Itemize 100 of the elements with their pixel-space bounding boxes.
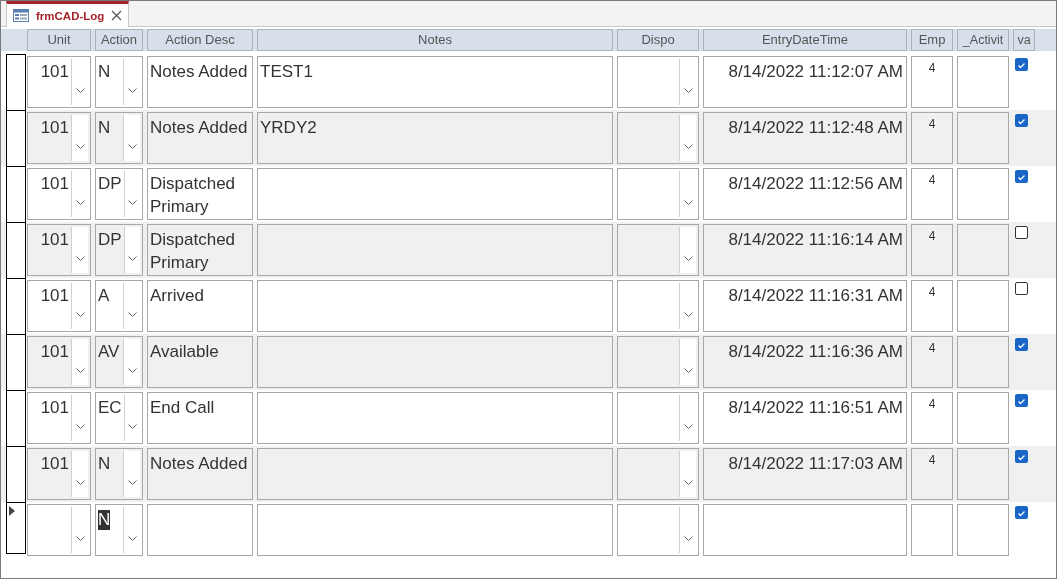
entry-date-field[interactable]: 8/14/2022 11:16:14 AM (703, 224, 907, 276)
unit-combo[interactable]: 101 (27, 336, 91, 388)
notes-field[interactable] (257, 336, 613, 388)
record-selector[interactable] (6, 110, 26, 166)
notes-field[interactable] (257, 224, 613, 276)
entry-date-field[interactable]: 8/14/2022 11:12:48 AM (703, 112, 907, 164)
record-selector[interactable] (6, 334, 26, 390)
checkbox[interactable] (1015, 226, 1028, 239)
entry-date-field[interactable]: 8/14/2022 11:17:03 AM (703, 448, 907, 500)
unit-combo[interactable]: 101 (27, 168, 91, 220)
notes-field[interactable] (257, 448, 613, 500)
dispo-combo[interactable] (617, 504, 699, 556)
emp-field[interactable]: 4 (911, 280, 953, 332)
emp-field[interactable]: 4 (911, 56, 953, 108)
activity-field[interactable] (957, 224, 1009, 276)
column-header[interactable]: Action (95, 29, 143, 51)
action-combo[interactable]: N (95, 112, 143, 164)
checkbox[interactable] (1015, 506, 1028, 519)
activity-field[interactable] (957, 336, 1009, 388)
entry-date-field[interactable]: 8/14/2022 11:16:36 AM (703, 336, 907, 388)
notes-field[interactable] (257, 280, 613, 332)
checkbox[interactable] (1015, 58, 1028, 71)
action-combo[interactable]: N (95, 448, 143, 500)
emp-field[interactable]: 4 (911, 336, 953, 388)
column-header[interactable]: Emp (911, 29, 953, 51)
record-selector[interactable] (6, 390, 26, 446)
activity-field[interactable] (957, 392, 1009, 444)
dispo-combo[interactable] (617, 448, 699, 500)
action-desc-field[interactable]: Notes Added (147, 112, 253, 164)
action-desc-field[interactable]: Available (147, 336, 253, 388)
record-selector[interactable] (6, 54, 26, 110)
activity-field[interactable] (957, 448, 1009, 500)
dispo-combo[interactable] (617, 280, 699, 332)
activity-field[interactable] (957, 56, 1009, 108)
notes-field[interactable] (257, 504, 613, 556)
action-desc-field[interactable]: Notes Added (147, 448, 253, 500)
close-icon[interactable] (111, 10, 123, 21)
action-combo[interactable]: DP (95, 168, 143, 220)
emp-field[interactable]: 4 (911, 224, 953, 276)
notes-field[interactable] (257, 168, 613, 220)
action-combo[interactable]: N (95, 56, 143, 108)
checkbox[interactable] (1015, 170, 1028, 183)
activity-field[interactable] (957, 112, 1009, 164)
record-selector[interactable] (6, 278, 26, 334)
column-header[interactable]: EntryDateTime (703, 29, 907, 51)
unit-combo[interactable]: 101 (27, 392, 91, 444)
dispo-combo[interactable] (617, 336, 699, 388)
notes-field[interactable]: TEST1 (257, 56, 613, 108)
column-header[interactable]: Dispo (617, 29, 699, 51)
emp-field[interactable]: 4 (911, 168, 953, 220)
checkbox[interactable] (1015, 338, 1028, 351)
entry-date-field[interactable]: 8/14/2022 11:16:51 AM (703, 392, 907, 444)
document-tab[interactable]: frmCAD-Log (6, 1, 130, 27)
emp-field[interactable]: 4 (911, 112, 953, 164)
action-desc-field[interactable]: Arrived (147, 280, 253, 332)
activity-field[interactable] (957, 280, 1009, 332)
action-desc-field[interactable]: Notes Added (147, 56, 253, 108)
unit-combo[interactable]: 101 (27, 56, 91, 108)
checkbox[interactable] (1015, 114, 1028, 127)
column-header[interactable]: Action Desc (147, 29, 253, 51)
checkbox[interactable] (1015, 450, 1028, 463)
dispo-combo[interactable] (617, 392, 699, 444)
entry-date-field[interactable]: 8/14/2022 11:16:31 AM (703, 280, 907, 332)
notes-field[interactable]: YRDY2 (257, 112, 613, 164)
action-desc-field[interactable]: End Call (147, 392, 253, 444)
checkbox[interactable] (1015, 394, 1028, 407)
action-combo[interactable]: DP (95, 224, 143, 276)
column-header[interactable]: Unit (27, 29, 91, 51)
column-header[interactable]: _Activit (957, 29, 1009, 51)
emp-field[interactable]: 4 (911, 448, 953, 500)
action-combo[interactable]: AV (95, 336, 143, 388)
emp-field[interactable] (911, 504, 953, 556)
action-desc-field[interactable]: Dispatched Primary (147, 168, 253, 220)
activity-field[interactable] (957, 504, 1009, 556)
record-selector[interactable] (6, 502, 26, 554)
entry-date-field[interactable]: 8/14/2022 11:12:56 AM (703, 168, 907, 220)
action-combo[interactable]: A (95, 280, 143, 332)
entry-date-field[interactable] (703, 504, 907, 556)
dispo-combo[interactable] (617, 112, 699, 164)
unit-combo[interactable]: 101 (27, 112, 91, 164)
checkbox[interactable] (1015, 282, 1028, 295)
activity-field[interactable] (957, 168, 1009, 220)
record-selector[interactable] (6, 166, 26, 222)
dispo-combo[interactable] (617, 168, 699, 220)
entry-date-field[interactable]: 8/14/2022 11:12:07 AM (703, 56, 907, 108)
unit-combo[interactable]: 101 (27, 448, 91, 500)
column-header[interactable]: Notes (257, 29, 613, 51)
action-desc-field[interactable] (147, 504, 253, 556)
record-selector[interactable] (6, 222, 26, 278)
column-header[interactable]: va (1013, 29, 1035, 51)
action-combo[interactable]: EC (95, 392, 143, 444)
unit-combo[interactable]: 101 (27, 280, 91, 332)
record-selector[interactable] (6, 446, 26, 502)
emp-field[interactable]: 4 (911, 392, 953, 444)
dispo-combo[interactable] (617, 56, 699, 108)
action-combo[interactable]: N (95, 504, 143, 556)
notes-field[interactable] (257, 392, 613, 444)
action-desc-field[interactable]: Dispatched Primary (147, 224, 253, 276)
unit-combo[interactable]: 101 (27, 224, 91, 276)
dispo-combo[interactable] (617, 224, 699, 276)
